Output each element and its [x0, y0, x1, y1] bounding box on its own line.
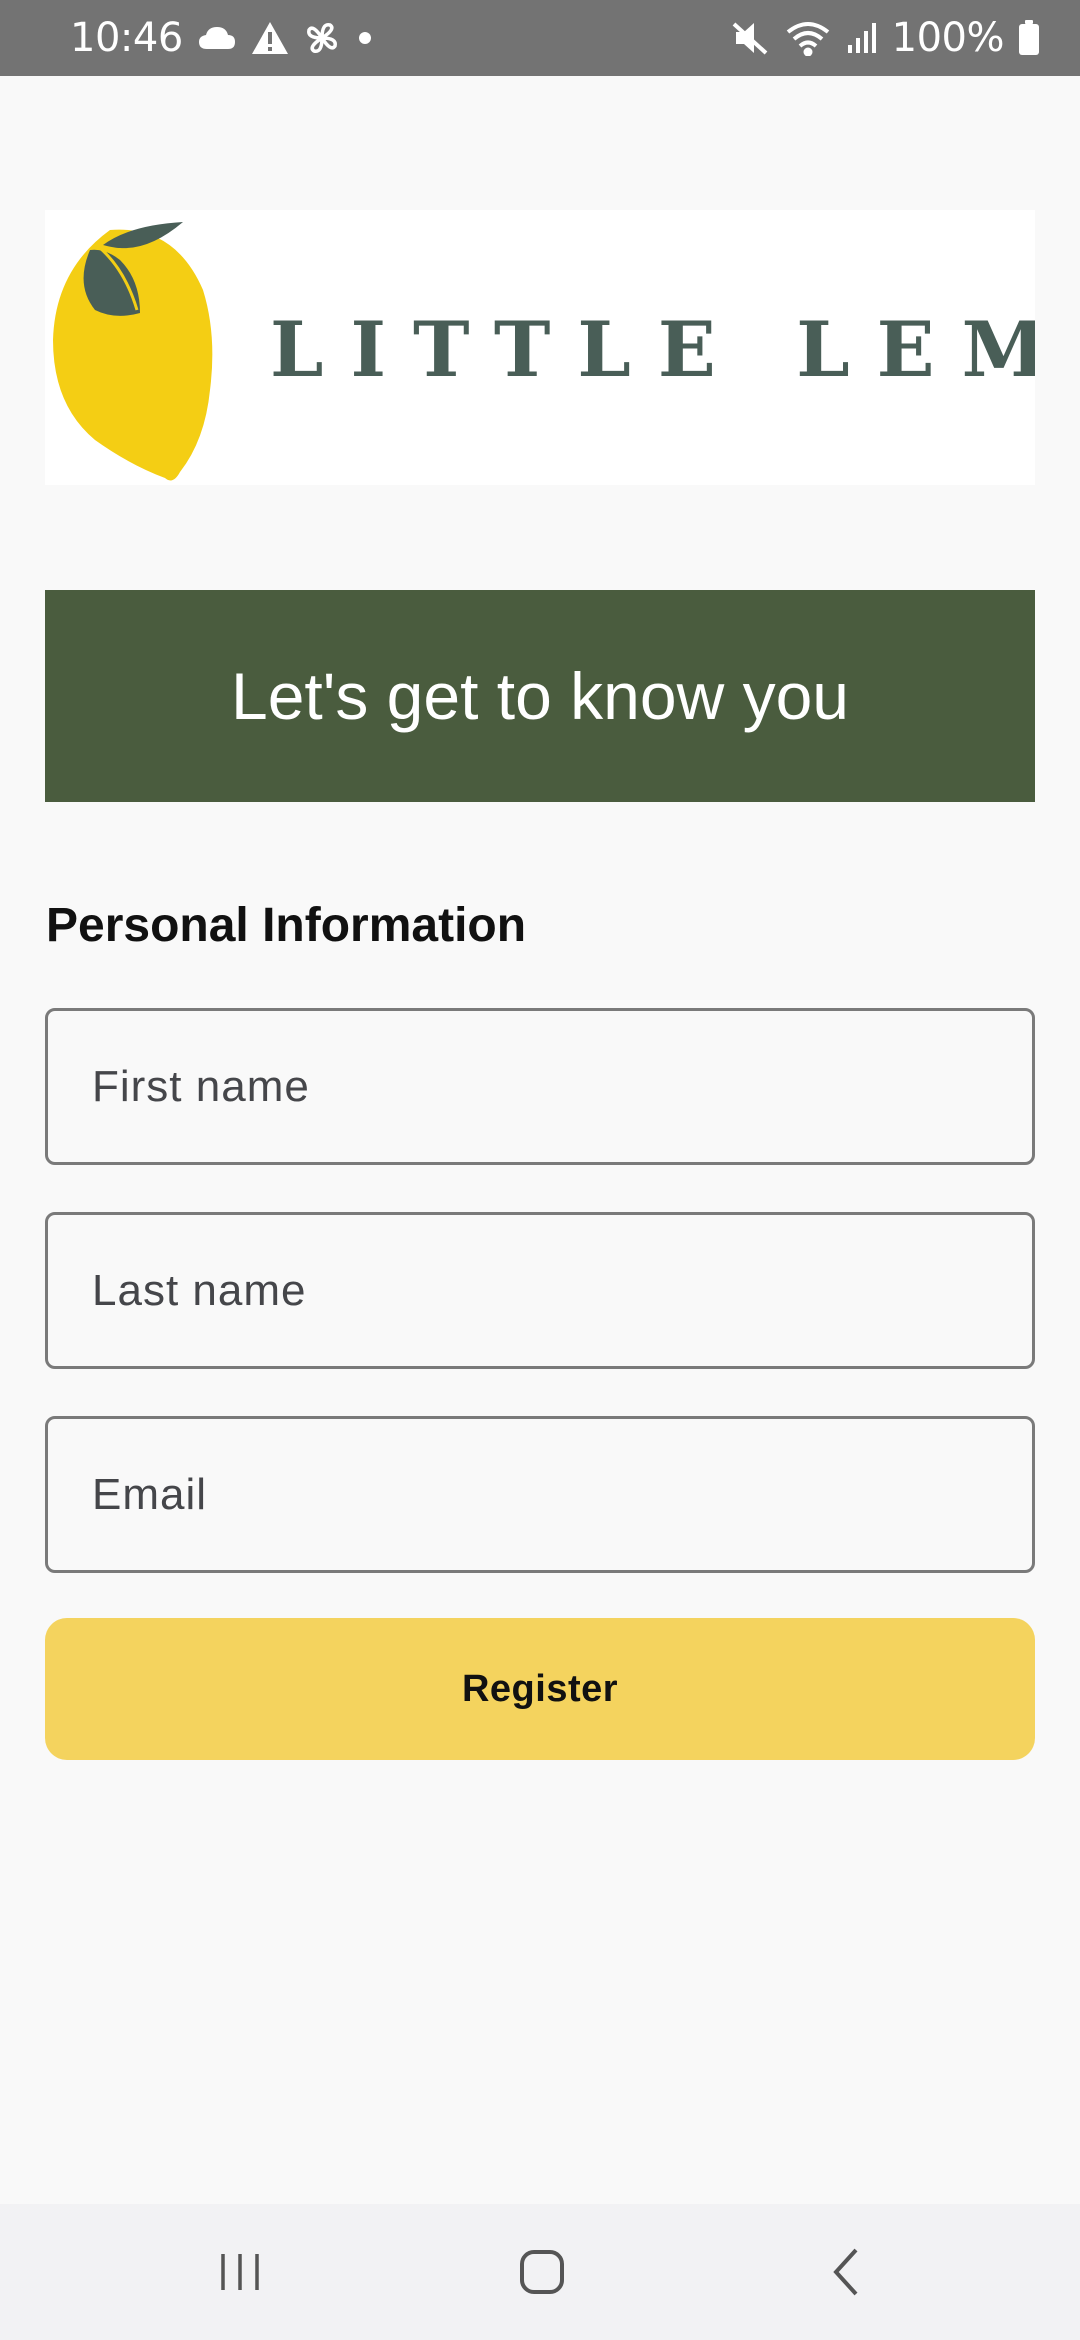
first-name-input[interactable] [48, 1011, 1032, 1162]
pinwheel-icon [303, 19, 341, 57]
warning-icon [251, 21, 289, 55]
dot-icon [355, 28, 375, 48]
back-icon[interactable] [806, 2242, 886, 2302]
registration-screen: 10:46 100% LITTLE LEM Let's get to know … [0, 0, 1080, 2340]
section-title: Personal Information [46, 899, 527, 952]
register-button[interactable]: Register [45, 1618, 1035, 1760]
welcome-banner: Let's get to know you [45, 590, 1035, 802]
last-name-input[interactable] [48, 1215, 1032, 1366]
email-input[interactable] [48, 1419, 1032, 1570]
battery-percent: 100% [891, 15, 1005, 61]
cloud-icon [197, 25, 237, 51]
register-button-label: Register [461, 1667, 619, 1710]
logo-text: LITTLE LEMON [270, 305, 1035, 394]
banner-text: Let's get to know you [231, 659, 849, 733]
signal-icon [846, 21, 878, 55]
wifi-icon [784, 20, 832, 56]
lemon-icon [53, 222, 213, 481]
status-bar: 10:46 100% [0, 0, 1080, 76]
navigation-bar [0, 2204, 1080, 2340]
battery-icon [1018, 20, 1040, 56]
email-field [45, 1416, 1035, 1573]
little-lemon-logo: LITTLE LEMON [45, 210, 1035, 485]
mute-icon [730, 20, 770, 56]
recent-apps-icon[interactable] [200, 2242, 280, 2302]
home-icon[interactable] [502, 2242, 582, 2302]
status-time: 10:46 [70, 15, 183, 61]
status-left: 10:46 [70, 15, 375, 61]
first-name-field [45, 1008, 1035, 1165]
status-right: 100% [730, 15, 1040, 61]
last-name-field [45, 1212, 1035, 1369]
